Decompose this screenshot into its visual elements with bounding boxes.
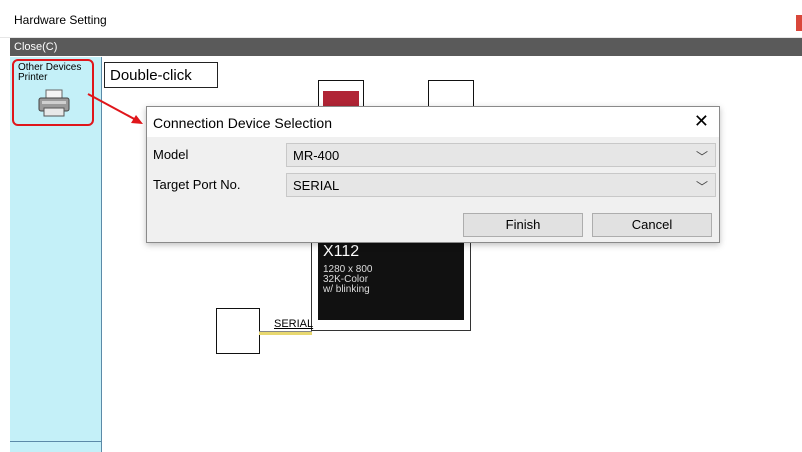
device-type-label: Printer — [18, 72, 48, 83]
display-blink: w/ blinking — [323, 284, 370, 295]
model-label: Model — [153, 147, 189, 162]
window-title: Hardware Setting — [14, 13, 107, 27]
device-sidebar: Other Devices Printer — [10, 57, 102, 452]
chevron-down-icon: ﹀ — [695, 180, 708, 194]
display-device-node[interactable]: X112 1280 x 800 32K-Color w/ blinking — [311, 237, 471, 331]
close-icon[interactable]: ✕ — [694, 112, 709, 130]
sidebar-divider — [10, 441, 101, 442]
cancel-button[interactable]: Cancel — [592, 213, 712, 237]
printer-icon — [38, 89, 70, 117]
menu-close[interactable]: Close(C) — [14, 41, 57, 53]
callout-text: Double-click — [110, 67, 192, 84]
device-node-top-left[interactable] — [318, 80, 364, 108]
device-node-top-right[interactable] — [428, 80, 474, 108]
finish-button[interactable]: Finish — [463, 213, 583, 237]
dialog-title: Connection Device Selection — [153, 115, 332, 131]
connection-device-dialog: Connection Device Selection ✕ Model MR-4… — [146, 106, 720, 243]
model-select[interactable]: MR-400 ﹀ — [286, 143, 716, 167]
double-click-callout: Double-click — [104, 62, 218, 88]
target-port-select[interactable]: SERIAL ﹀ — [286, 173, 716, 197]
serial-port-label: SERIAL — [274, 318, 314, 330]
target-port-select-value: SERIAL — [293, 178, 340, 193]
menu-bar: Close(C) — [10, 38, 802, 56]
device-thumbnail — [323, 91, 359, 107]
serial-connection-line[interactable] — [259, 331, 312, 335]
display-screen: X112 1280 x 800 32K-Color w/ blinking — [318, 240, 464, 320]
window-accent-mark — [796, 15, 802, 31]
target-port-label: Target Port No. — [153, 177, 241, 192]
chevron-down-icon: ﹀ — [695, 150, 708, 164]
display-model: X112 — [323, 243, 360, 260]
dialog-titlebar: Connection Device Selection ✕ — [147, 107, 719, 137]
sidebar-item-printer[interactable]: Other Devices Printer — [12, 59, 94, 126]
model-select-value: MR-400 — [293, 148, 340, 163]
device-node-serial[interactable] — [216, 308, 260, 354]
window-titlebar: Hardware Setting — [0, 0, 802, 38]
